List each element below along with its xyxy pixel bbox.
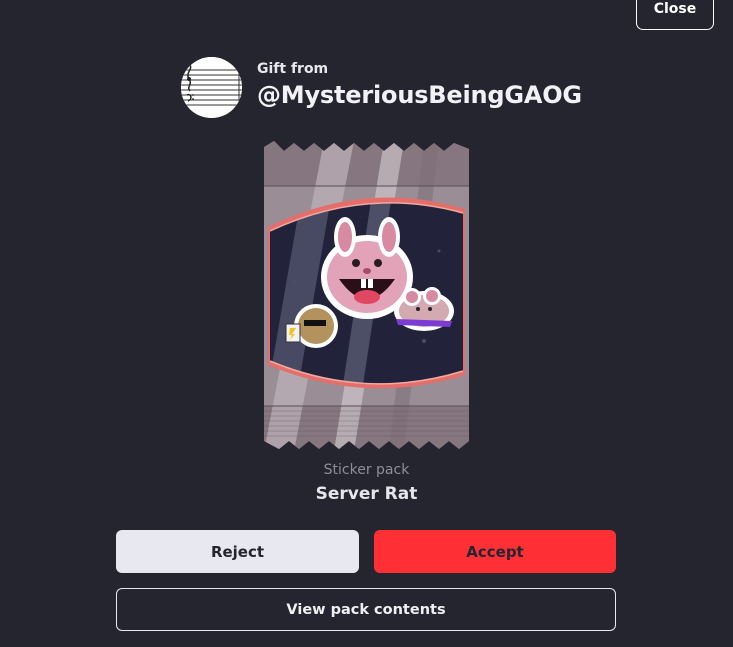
music-staff-icon: [181, 57, 242, 118]
pack-type-label: Sticker pack: [323, 462, 410, 478]
gift-from-label: Gift from: [257, 61, 329, 77]
pack-name: Server Rat: [315, 484, 418, 504]
accept-button[interactable]: Accept: [374, 530, 616, 573]
sender-username: @MysteriousBeingGAOG: [257, 81, 582, 109]
gift-dialog: Close Gift from @MysteriousBeingGAOG Sti…: [0, 0, 733, 647]
sender-avatar: [181, 57, 242, 118]
close-button[interactable]: Close: [636, 0, 714, 30]
view-pack-contents-button[interactable]: View pack contents: [116, 588, 616, 631]
reject-button[interactable]: Reject: [116, 530, 359, 573]
sticker-pack-image: [264, 141, 469, 451]
